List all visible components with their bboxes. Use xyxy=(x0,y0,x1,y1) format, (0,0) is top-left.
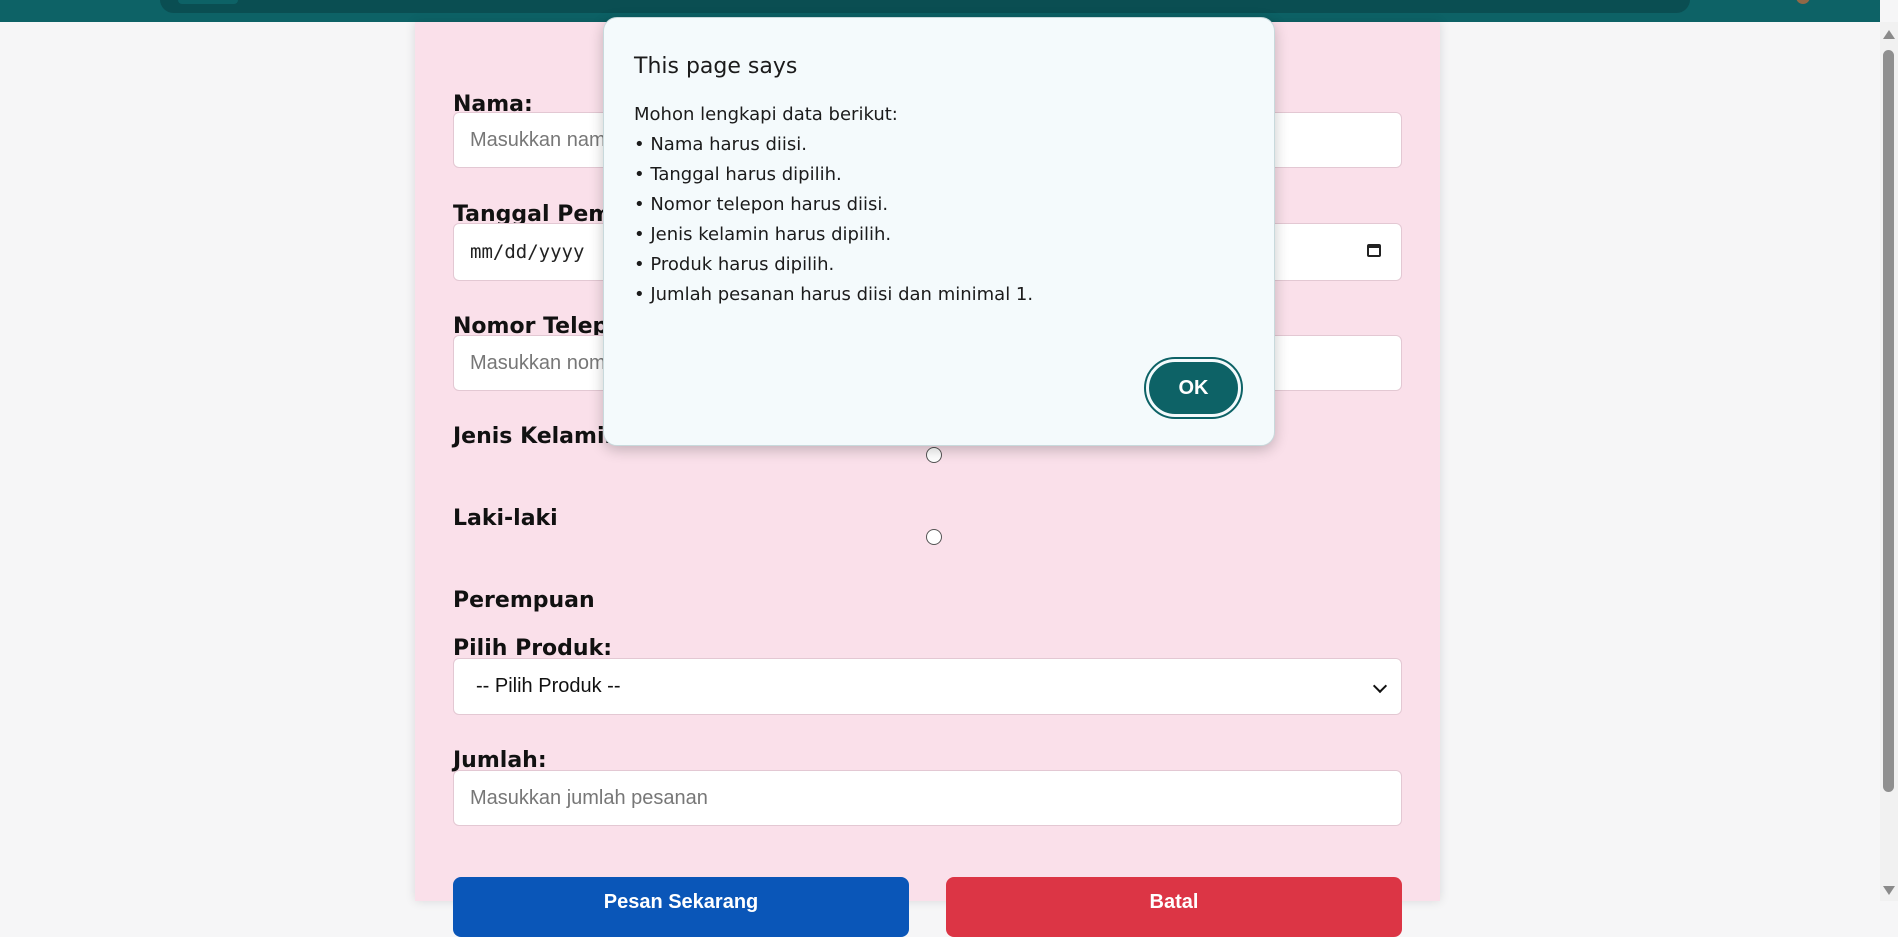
dialog-title: This page says xyxy=(634,54,798,79)
chevron-down-icon xyxy=(1372,678,1388,694)
dialog-item: • Jumlah pesanan harus diisi dan minimal… xyxy=(634,284,1034,305)
calendar-icon[interactable] xyxy=(1367,244,1381,257)
jumlah-placeholder: Masukkan jumlah pesanan xyxy=(470,786,708,809)
top-nav-active-tab[interactable] xyxy=(178,0,238,4)
radio-laki-laki[interactable] xyxy=(926,447,942,463)
cart-icon[interactable] xyxy=(1796,0,1810,4)
scroll-up-arrow-icon[interactable] xyxy=(1883,30,1895,39)
dialog-ok-button[interactable]: OK xyxy=(1144,357,1243,419)
dialog-item: • Nomor telepon harus diisi. xyxy=(634,194,889,215)
date-format-text: mm/dd/yyyy xyxy=(470,241,585,263)
scroll-down-arrow-icon[interactable] xyxy=(1883,886,1895,895)
produk-selected-value: -- Pilih Produk -- xyxy=(476,675,621,697)
submit-order-button[interactable]: Pesan Sekarang xyxy=(453,877,909,937)
option-perempuan: Perempuan xyxy=(453,588,595,613)
dialog-item: • Jenis kelamin harus dipilih. xyxy=(634,224,892,245)
dialog-item: • Tanggal harus dipilih. xyxy=(634,164,842,185)
dialog-item: • Produk harus dipilih. xyxy=(634,254,835,275)
dialog-intro: Mohon lengkapi data berikut: xyxy=(634,104,898,125)
cancel-button[interactable]: Batal xyxy=(946,877,1402,937)
option-laki-laki: Laki-laki xyxy=(453,506,558,531)
scrollbar-thumb[interactable] xyxy=(1883,50,1894,792)
nama-placeholder: Masukkan nama xyxy=(470,128,617,151)
alert-dialog: This page says Mohon lengkapi data berik… xyxy=(603,17,1275,446)
dialog-item: • Nama harus diisi. xyxy=(634,134,807,155)
radio-perempuan[interactable] xyxy=(926,529,942,545)
jumlah-input[interactable]: Masukkan jumlah pesanan xyxy=(453,770,1402,826)
dialog-message: Mohon lengkapi data berikut: • Nama haru… xyxy=(634,100,1033,310)
produk-select[interactable]: -- Pilih Produk -- xyxy=(453,658,1402,715)
top-nav-pill xyxy=(160,0,1690,13)
